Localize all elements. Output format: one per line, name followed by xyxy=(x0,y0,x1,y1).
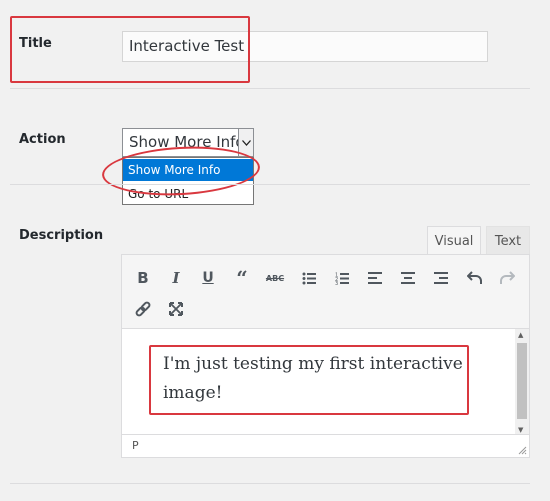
svg-text:3: 3 xyxy=(335,281,338,285)
divider xyxy=(10,483,530,484)
italic-icon[interactable]: I xyxy=(163,265,189,291)
content-highlight-box xyxy=(149,345,469,415)
bulleted-list-icon[interactable] xyxy=(296,265,322,291)
resize-handle-icon[interactable] xyxy=(517,445,527,455)
align-left-icon[interactable] xyxy=(362,265,388,291)
scroll-up-arrow-icon[interactable]: ▲ xyxy=(518,331,523,339)
blockquote-icon[interactable]: “ xyxy=(229,265,255,291)
editor-toolbar: B I U “ ABC 123 xyxy=(122,255,529,329)
bold-icon[interactable]: B xyxy=(130,265,156,291)
description-label: Description xyxy=(19,228,104,243)
editor-statusbar: P xyxy=(122,434,529,457)
element-path[interactable]: P xyxy=(132,439,139,452)
divider xyxy=(10,88,530,89)
undo-icon[interactable] xyxy=(462,265,488,291)
numbered-list-icon[interactable]: 123 xyxy=(329,265,355,291)
align-right-icon[interactable] xyxy=(428,265,454,291)
title-highlight-inner xyxy=(110,24,250,82)
fullscreen-icon[interactable] xyxy=(163,296,189,322)
action-label: Action xyxy=(19,132,66,147)
insert-link-icon[interactable] xyxy=(130,296,156,322)
tab-visual[interactable]: Visual xyxy=(427,226,481,255)
divider xyxy=(10,184,530,185)
editor-scrollbar[interactable]: ▲ ▼ xyxy=(515,329,529,436)
scroll-down-arrow-icon[interactable]: ▼ xyxy=(518,426,523,434)
redo-icon[interactable] xyxy=(494,265,520,291)
tab-text[interactable]: Text xyxy=(486,226,530,255)
scroll-thumb[interactable] xyxy=(517,343,527,419)
strikethrough-icon[interactable]: ABC xyxy=(262,265,288,291)
underline-icon[interactable]: U xyxy=(195,265,221,291)
align-center-icon[interactable] xyxy=(395,265,421,291)
